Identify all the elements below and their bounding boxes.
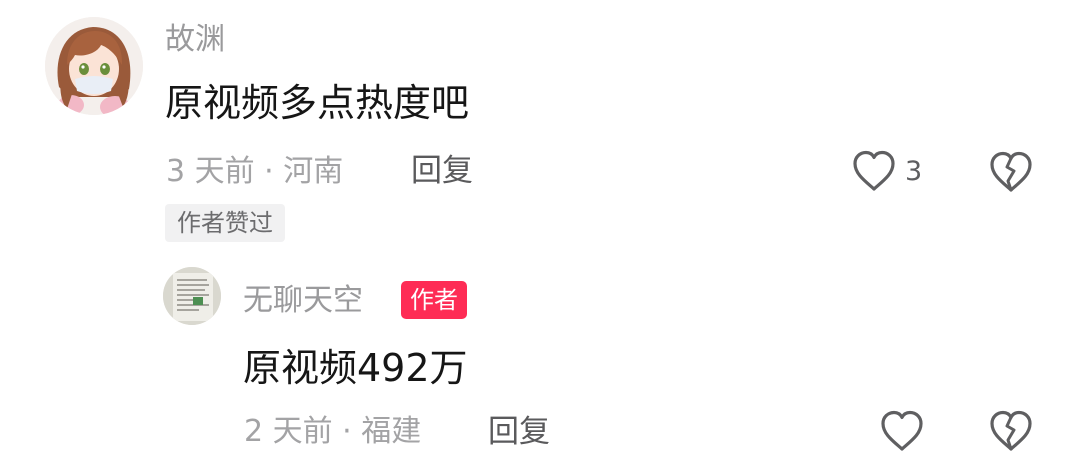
- reply-reply-button[interactable]: 回复: [488, 412, 550, 452]
- broken-heart-icon: [990, 410, 1032, 451]
- comment-meta: 3 天前 · 河南: [166, 154, 344, 189]
- reply-text: 原视频492万: [243, 346, 468, 390]
- document-photo-avatar-icon: [163, 267, 221, 325]
- comment-dislike-button[interactable]: [988, 150, 1034, 194]
- heart-outline-icon: [853, 150, 895, 191]
- author-badge: 作者: [401, 281, 467, 319]
- comment-like-button[interactable]: [851, 149, 897, 193]
- author-liked-badge: 作者赞过: [165, 204, 285, 242]
- reply-username[interactable]: 无聊天空: [243, 281, 363, 321]
- anime-girl-avatar-icon: [45, 17, 143, 115]
- comment-username[interactable]: 故渊: [165, 20, 225, 60]
- heart-outline-icon: [881, 410, 923, 451]
- comment-like-count: 3: [905, 156, 923, 187]
- reply-avatar[interactable]: [163, 267, 221, 325]
- reply-dislike-button[interactable]: [988, 409, 1034, 453]
- reply-like-button[interactable]: [879, 409, 925, 453]
- reply-meta: 2 天前 · 福建: [244, 414, 422, 449]
- comment-text: 原视频多点热度吧: [165, 81, 470, 125]
- broken-heart-icon: [990, 151, 1032, 192]
- comment-reply-button[interactable]: 回复: [411, 151, 473, 191]
- comment-avatar[interactable]: [45, 17, 143, 115]
